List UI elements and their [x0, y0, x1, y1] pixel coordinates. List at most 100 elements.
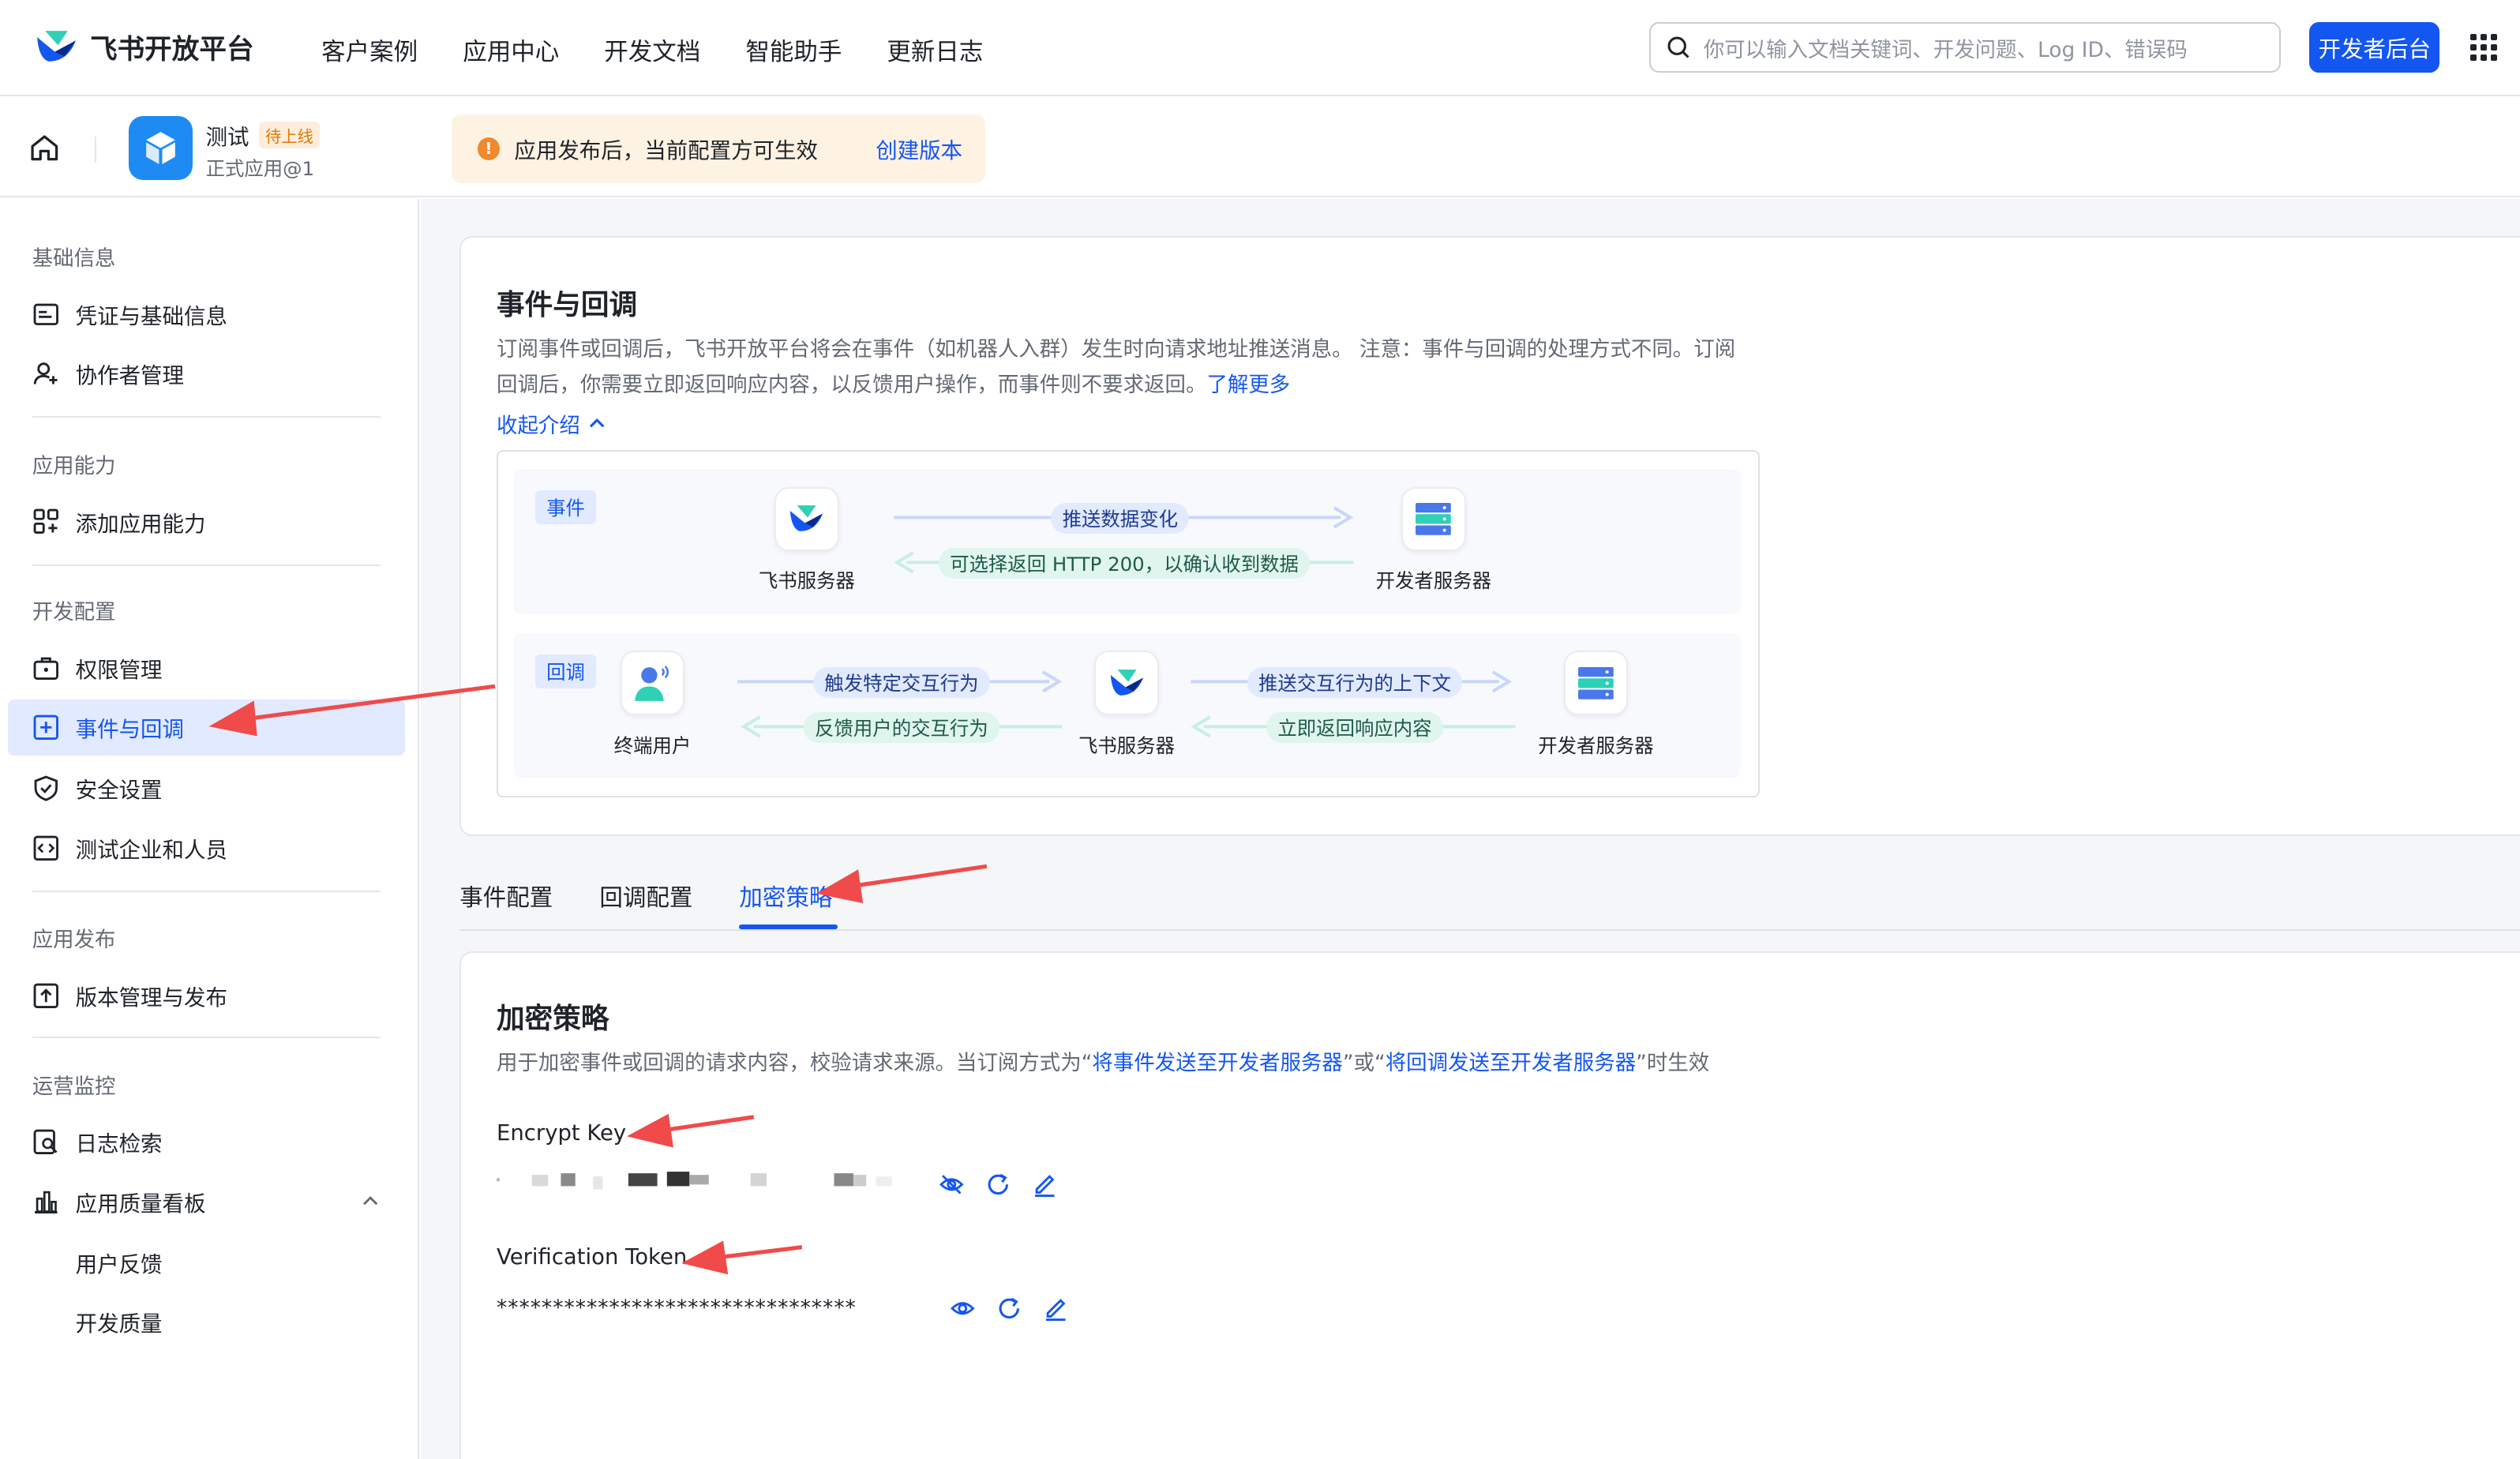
edit-icon[interactable] — [1043, 1296, 1069, 1322]
nav-docs[interactable]: 开发文档 — [604, 32, 700, 67]
sidebar-item-label: 测试企业和人员 — [75, 837, 227, 863]
encrypt-key-label: Encrypt Key — [497, 1120, 627, 1146]
sidebar-item-permissions[interactable]: 权限管理 — [8, 639, 405, 696]
sidebar-section-monitoring: 运营监控 — [32, 1074, 116, 1099]
app-header: 测试 待上线 正式应用@1 — [0, 98, 2520, 198]
collapse-intro-toggle[interactable]: 收起介绍 — [497, 408, 606, 439]
desc-line-2: 回调后，你需要立即返回响应内容，以反馈用户操作，而事件则不要求返回。 — [497, 373, 1207, 398]
brand-name: 飞书开放平台 — [89, 34, 254, 66]
nav-changelog[interactable]: 更新日志 — [887, 32, 983, 67]
event-server-link[interactable]: 将事件发送至开发者服务器 — [1092, 1051, 1342, 1075]
desc-text: ”时生效 — [1636, 1051, 1710, 1076]
sidebar-item-label: 应用质量看板 — [75, 1191, 206, 1217]
sidebar-item-collaborators[interactable]: 协作者管理 — [8, 346, 405, 402]
sidebar-item-test-tenant[interactable]: 测试企业和人员 — [8, 820, 405, 876]
verification-token-label: Verification Token — [497, 1243, 688, 1270]
page-title: 事件与回调 — [497, 289, 638, 322]
log-search-icon — [33, 1129, 58, 1155]
home-icon[interactable] — [29, 133, 60, 163]
active-tab-indicator — [739, 924, 838, 929]
notice-text: 应用发布后，当前配置方可生效 — [514, 138, 818, 164]
server-icon — [1578, 666, 1614, 699]
sidebar-item-security[interactable]: 安全设置 — [8, 760, 405, 816]
trigger-label: 触发特定交互行为 — [813, 666, 990, 698]
eye-icon[interactable] — [950, 1296, 976, 1322]
tab-callback-config[interactable]: 回调配置 — [599, 880, 692, 913]
event-tag: 事件 — [534, 489, 597, 524]
user-add-icon — [33, 362, 58, 384]
feedback-label: 反馈用户的交互行为 — [803, 711, 999, 743]
refresh-icon[interactable] — [996, 1296, 1022, 1322]
callback-tag: 回调 — [534, 654, 597, 688]
sidebar-item-label: 日志检索 — [75, 1131, 163, 1157]
sidebar-item-user-feedback[interactable]: 用户反馈 — [8, 1234, 405, 1290]
app-title: 测试 — [205, 124, 249, 150]
sidebar-item-quality-dashboard[interactable]: 应用质量看板 — [8, 1173, 405, 1229]
eye-off-icon[interactable] — [939, 1172, 965, 1198]
sidebar-item-label: 协作者管理 — [75, 363, 184, 389]
edit-icon[interactable] — [1032, 1172, 1058, 1198]
app-name: 测试 待上线 — [205, 119, 321, 151]
collapse-label: 收起介绍 — [497, 414, 580, 439]
create-version-link[interactable]: 创建版本 — [876, 133, 962, 164]
sidebar-item-dev-quality[interactable]: 开发质量 — [8, 1294, 405, 1350]
event-add-icon — [33, 714, 58, 740]
sidebar-item-add-capability[interactable]: 添加应用能力 — [8, 493, 405, 549]
sidebar-section-dev-config: 开发配置 — [32, 600, 116, 625]
callback-server-link[interactable]: 将回调发送至开发者服务器 — [1386, 1051, 1636, 1075]
refresh-icon[interactable] — [985, 1172, 1011, 1198]
sidebar-item-label: 安全设置 — [75, 778, 163, 804]
search-input[interactable]: 你可以输入文档关键词、开发问题、Log ID、错误码 — [1648, 22, 2281, 73]
sidebar-item-label: 添加应用能力 — [75, 511, 206, 537]
end-user-label: 终端用户 — [613, 734, 692, 758]
apps-add-icon — [33, 508, 58, 534]
sidebar-section-basic: 基础信息 — [32, 246, 116, 272]
feishu-logo-icon — [790, 505, 823, 532]
briefcase-lock-icon — [33, 657, 58, 680]
developer-console-button[interactable]: 开发者后台 — [2309, 22, 2440, 73]
end-user-node — [620, 651, 685, 715]
sidebar-item-versions[interactable]: 版本管理与发布 — [8, 967, 405, 1023]
sidebar-item-label: 版本管理与发布 — [75, 985, 227, 1011]
warning-icon: ! — [477, 137, 501, 160]
sidebar-item-log-search[interactable]: 日志检索 — [8, 1114, 405, 1170]
feishu-server-label: 飞书服务器 — [758, 568, 855, 592]
sidebar-item-label: 用户反馈 — [75, 1252, 163, 1278]
sidebar-item-credentials[interactable]: 凭证与基础信息 — [8, 286, 405, 342]
user-icon — [635, 665, 669, 701]
optional-return-label: 可选择返回 HTTP 200，以确认收到数据 — [938, 548, 1311, 579]
sidebar-item-label: 事件与回调 — [75, 717, 184, 743]
learn-more-link[interactable]: 了解更多 — [1206, 373, 1290, 397]
encryption-description: 用于加密事件或回调的请求内容，校验请求来源。当订阅方式为“将事件发送至开发者服务… — [497, 1046, 1709, 1082]
nav-app-center[interactable]: 应用中心 — [463, 32, 559, 67]
desc-text: ”或“ — [1342, 1051, 1386, 1076]
sidebar-section-capabilities: 应用能力 — [32, 453, 116, 478]
divider — [32, 564, 381, 566]
shield-icon — [34, 775, 58, 801]
sidebar: 基础信息 凭证与基础信息 协作者管理 应用能力 添加应用能力 开发配置 权限管理… — [0, 199, 420, 1459]
apps-grid-icon[interactable] — [2469, 33, 2498, 62]
bar-chart-icon — [34, 1191, 58, 1214]
feishu-logo-icon — [36, 30, 76, 62]
chevron-up-icon[interactable] — [362, 1192, 379, 1210]
app-avatar[interactable] — [128, 115, 193, 180]
nav-cases[interactable]: 客户案例 — [321, 32, 418, 67]
encryption-card — [459, 951, 2520, 1459]
search-icon — [1667, 36, 1689, 58]
desc-text: 用于加密事件或回调的请求内容，校验请求来源。当订阅方式为“ — [497, 1051, 1093, 1076]
intro-description: 订阅事件或回调后，飞书开放平台将会在事件（如机器人入群）发生时向请求地址推送消息… — [497, 332, 1735, 403]
cube-icon — [146, 131, 175, 164]
nav-assistant[interactable]: 智能助手 — [745, 32, 842, 67]
top-navbar: 飞书开放平台 客户案例 应用中心 开发文档 智能助手 更新日志 你可以输入文档关… — [0, 0, 2520, 97]
divider — [32, 1037, 381, 1039]
dev-server-label: 开发者服务器 — [1375, 568, 1492, 592]
tab-event-config[interactable]: 事件配置 — [459, 880, 553, 913]
main-nav: 客户案例 应用中心 开发文档 智能助手 更新日志 — [321, 32, 1028, 67]
tab-encryption[interactable]: 加密策略 — [739, 880, 832, 913]
sidebar-section-release: 应用发布 — [32, 928, 116, 953]
push-context-label: 推送交互行为的上下文 — [1247, 666, 1463, 698]
sidebar-item-label: 权限管理 — [75, 657, 163, 683]
sidebar-item-events-callbacks[interactable]: 事件与回调 — [8, 699, 405, 756]
divider — [95, 137, 97, 163]
brand-logo[interactable]: 飞书开放平台 — [32, 26, 254, 68]
